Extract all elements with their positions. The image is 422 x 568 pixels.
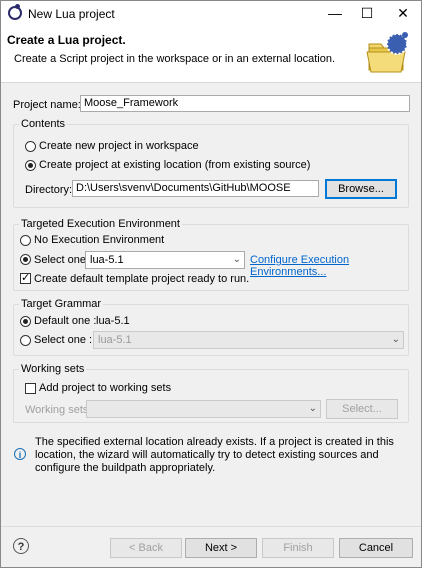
back-button[interactable]: < Back: [110, 538, 182, 558]
minimize-button[interactable]: —: [319, 1, 351, 25]
radio-existing-location[interactable]: [25, 160, 36, 171]
info-message: The specified external location already …: [35, 436, 394, 474]
default-grammar-value: lua-5.1: [96, 315, 130, 327]
radio-no-environment-label: No Execution Environment: [34, 234, 165, 246]
info-icon: i: [14, 448, 26, 460]
title-bar: New Lua project — ☐ ✕: [1, 1, 421, 25]
grammar-select[interactable]: lua-5.1 ⌄: [93, 331, 404, 349]
project-name-input[interactable]: Moose_Framework: [80, 95, 410, 112]
add-working-sets-checkbox[interactable]: [25, 383, 36, 394]
environment-select[interactable]: lua-5.1 ⌄: [85, 251, 245, 269]
template-checkbox[interactable]: [20, 271, 31, 284]
radio-existing-location-label: Create project at existing location (fro…: [39, 159, 311, 171]
window-title: New Lua project: [28, 7, 115, 21]
configure-environments-link[interactable]: Configure Execution Environments...: [250, 254, 421, 278]
page-title: Create a Lua project.: [7, 33, 126, 47]
working-sets-select[interactable]: ⌄: [86, 400, 321, 418]
environment-group-title: Targeted Execution Environment: [19, 218, 182, 230]
finish-button[interactable]: Finish: [262, 538, 334, 558]
footer-divider: [1, 526, 421, 527]
contents-group-title: Contents: [19, 118, 68, 130]
cancel-button[interactable]: Cancel: [339, 538, 413, 558]
radio-default-grammar-label: Default one :: [34, 315, 97, 327]
chevron-down-icon: ⌄: [391, 334, 400, 345]
folder-wizard-icon: [366, 32, 408, 73]
directory-label: Directory:: [25, 184, 73, 196]
environment-select-value: lua-5.1: [90, 254, 124, 266]
working-sets-label: Working sets:: [25, 404, 92, 416]
page-subtitle: Create a Script project in the workspace…: [14, 53, 335, 65]
eclipse-icon: [8, 4, 22, 20]
radio-default-grammar[interactable]: [20, 316, 31, 327]
next-button[interactable]: Next >: [185, 538, 257, 558]
maximize-button[interactable]: ☐: [351, 1, 383, 25]
radio-new-project[interactable]: [25, 141, 36, 152]
radio-no-environment[interactable]: [20, 235, 31, 246]
project-name-label: Project name:: [13, 99, 81, 111]
radio-select-environment-label: Select one:: [34, 254, 90, 266]
select-working-sets-button[interactable]: Select...: [326, 399, 398, 419]
browse-button[interactable]: Browse...: [325, 179, 397, 199]
chevron-down-icon: ⌄: [308, 403, 317, 414]
close-button[interactable]: ✕: [387, 1, 419, 25]
help-icon[interactable]: ?: [13, 538, 29, 554]
grammar-group-title: Target Grammar: [19, 298, 104, 310]
radio-select-environment[interactable]: [20, 254, 31, 265]
radio-new-project-label: Create new project in workspace: [39, 140, 199, 152]
radio-select-grammar[interactable]: [20, 335, 31, 346]
template-checkbox-label: Create default template project ready to…: [34, 273, 250, 285]
radio-select-grammar-label: Select one :: [34, 334, 93, 346]
wizard-header: Create a Lua project. Create a Script pr…: [1, 25, 421, 83]
add-working-sets-label: Add project to working sets: [39, 382, 172, 394]
directory-input[interactable]: D:\Users\svenv\Documents\GitHub\MOOSE: [72, 180, 319, 197]
grammar-select-value: lua-5.1: [98, 334, 132, 346]
chevron-down-icon: ⌄: [232, 254, 241, 265]
wizard-window: New Lua project — ☐ ✕ Create a Lua proje…: [0, 0, 422, 568]
working-sets-group-title: Working sets: [19, 363, 87, 375]
